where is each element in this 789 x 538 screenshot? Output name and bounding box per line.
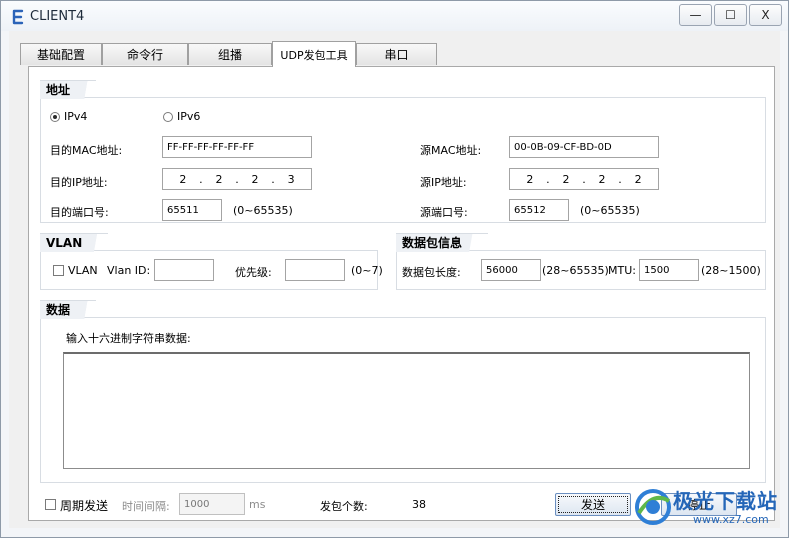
close-icon: X: [761, 8, 770, 22]
ip-dot: .: [582, 172, 586, 186]
src-port-input[interactable]: [509, 199, 569, 221]
dest-ip-label: 目的IP地址:: [50, 176, 108, 189]
ipv6-label: IPv6: [177, 110, 201, 123]
ip-dot: .: [546, 172, 550, 186]
hex-data-prompt: 输入十六进制字符串数据:: [66, 332, 191, 345]
ip-dot: .: [199, 172, 203, 186]
src-mac-input[interactable]: [509, 136, 659, 158]
watermark-logo-icon: [635, 489, 671, 525]
packet-count-label: 发包个数:: [320, 500, 368, 513]
udp-tool-panel: 地址 IPv4 IPv6 目的MAC地址: 源MAC地址: 目的IP地址: 2 …: [28, 66, 775, 521]
dest-port-input[interactable]: [162, 199, 222, 221]
packet-length-label: 数据包长度:: [402, 266, 461, 279]
vlan-checkbox[interactable]: [53, 265, 64, 276]
dest-port-label: 目的端口号:: [50, 206, 109, 219]
maximize-icon: ☐: [725, 8, 736, 22]
packet-length-range: (28~65535): [542, 264, 609, 277]
dest-ip-octet-1: 2: [179, 172, 187, 186]
interval-label: 时间间隔:: [122, 500, 170, 513]
watermark: 极光下载站 www.xz7.com: [633, 483, 783, 535]
src-port-range: (0~65535): [580, 204, 640, 217]
minimize-icon: —: [689, 8, 702, 22]
packet-info-group-title: 数据包信息: [396, 233, 489, 252]
vlan-group: VLAN VLAN Vlan ID: 优先级: (0~7): [40, 233, 383, 290]
vlan-id-input[interactable]: [154, 259, 214, 281]
tab-udp-tool[interactable]: UDP发包工具: [272, 41, 356, 67]
ipv4-label: IPv4: [64, 110, 88, 123]
interval-input[interactable]: [179, 493, 245, 515]
priority-label: 优先级:: [235, 266, 272, 279]
window-controls: — ☐ X: [677, 4, 782, 26]
src-port-label: 源端口号:: [420, 206, 468, 219]
src-ip-octet-4: 2: [634, 172, 642, 186]
watermark-url: www.xz7.com: [693, 513, 769, 526]
title-bar[interactable]: CLIENT4 — ☐ X: [1, 1, 788, 31]
ipv4-radio[interactable]: [50, 112, 60, 122]
dest-mac-label: 目的MAC地址:: [50, 144, 123, 157]
tab-basic-config[interactable]: 基础配置: [20, 43, 102, 65]
dest-port-range: (0~65535): [233, 204, 293, 217]
interval-unit: ms: [249, 498, 266, 511]
dest-ip-octet-3: 2: [251, 172, 259, 186]
minimize-button[interactable]: —: [679, 4, 712, 26]
packet-info-group: 数据包信息 数据包长度: (28~65535) MTU: (28~1500): [396, 233, 766, 290]
ip-dot: .: [618, 172, 622, 186]
src-ip-input[interactable]: 2 . 2 . 2 . 2: [509, 168, 659, 190]
src-ip-octet-3: 2: [598, 172, 606, 186]
maximize-button[interactable]: ☐: [714, 4, 747, 26]
dest-ip-octet-4: 3: [287, 172, 295, 186]
data-group-title: 数据: [40, 300, 97, 319]
mtu-input[interactable]: [639, 259, 699, 281]
mtu-range: (28~1500): [701, 264, 761, 277]
periodic-send-label: 周期发送: [60, 499, 109, 513]
data-group: 数据 输入十六进制字符串数据:: [40, 300, 766, 483]
tab-multicast[interactable]: 组播: [188, 43, 272, 65]
hex-data-textarea[interactable]: [63, 352, 750, 469]
src-ip-label: 源IP地址:: [420, 176, 467, 189]
dest-mac-input[interactable]: [162, 136, 312, 158]
client-area: 基础配置 命令行 组播 UDP发包工具 串口 地址 IPv4 IPv6 目的MA…: [9, 31, 780, 528]
priority-input[interactable]: [285, 259, 345, 281]
ip-dot: .: [235, 172, 239, 186]
app-icon: [12, 9, 24, 25]
ipv6-radio[interactable]: [163, 112, 173, 122]
tab-serial-port[interactable]: 串口: [356, 43, 437, 65]
tab-command-line[interactable]: 命令行: [102, 43, 188, 65]
packet-length-input[interactable]: [481, 259, 541, 281]
app-window: CLIENT4 — ☐ X 基础配置 命令行 组播 UDP发包工具 串口 地址 …: [0, 0, 789, 538]
packet-count-value: 38: [412, 498, 426, 511]
address-group-title: 地址: [40, 80, 97, 99]
periodic-send-checkbox[interactable]: [45, 499, 56, 510]
priority-range: (0~7): [351, 264, 383, 277]
vlan-group-title: VLAN: [40, 233, 109, 252]
src-ip-octet-2: 2: [562, 172, 570, 186]
send-button[interactable]: 发送: [555, 493, 631, 516]
src-mac-label: 源MAC地址:: [420, 144, 482, 157]
dest-ip-octet-2: 2: [215, 172, 223, 186]
window-title: CLIENT4: [30, 9, 85, 24]
ip-dot: .: [271, 172, 275, 186]
mtu-label: MTU:: [608, 264, 636, 277]
close-button[interactable]: X: [749, 4, 782, 26]
src-ip-octet-1: 2: [526, 172, 534, 186]
address-group: 地址 IPv4 IPv6 目的MAC地址: 源MAC地址: 目的IP地址: 2 …: [40, 80, 766, 223]
dest-ip-input[interactable]: 2 . 2 . 2 . 3: [162, 168, 312, 190]
vlan-id-label: Vlan ID:: [107, 264, 151, 277]
vlan-checkbox-label: VLAN: [68, 264, 98, 277]
watermark-text: 极光下载站: [673, 489, 778, 513]
